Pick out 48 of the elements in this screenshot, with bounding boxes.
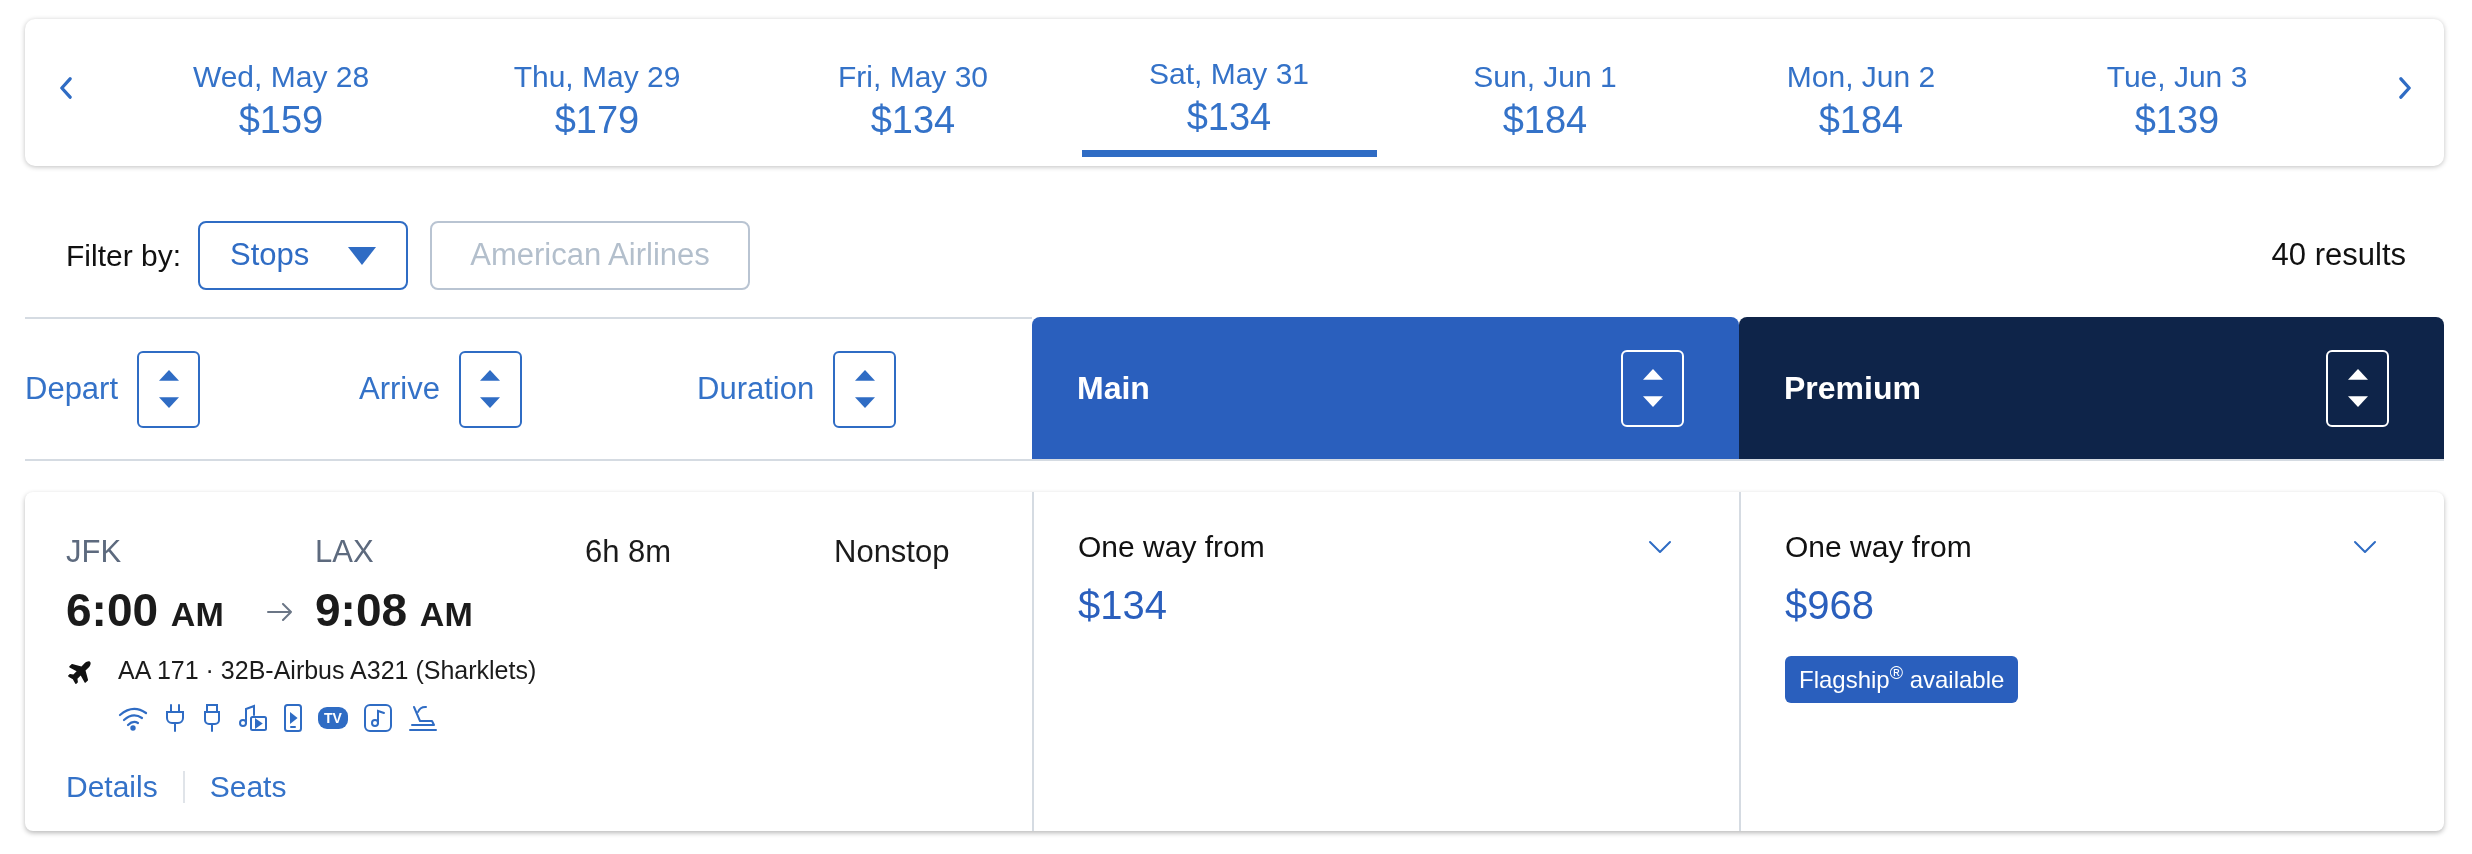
arrow-right-icon [267, 603, 293, 621]
sort-arrows-icon [479, 369, 502, 409]
filter-label: Filter by: [66, 238, 182, 274]
usb-plug-icon [202, 704, 222, 732]
chevron-down-icon[interactable] [1648, 540, 1672, 554]
date-tab[interactable]: Tue, Jun 3 $139 [2029, 60, 2325, 157]
date-tab[interactable]: Fri, May 30 $134 [765, 60, 1061, 157]
date-tab[interactable]: Thu, May 29 $179 [449, 60, 745, 157]
date-tab[interactable]: Sat, May 31 $134 [1081, 57, 1377, 157]
plug-icon [164, 704, 186, 732]
chevron-right-icon [2398, 77, 2412, 99]
sort-arrows-icon [157, 369, 180, 409]
chevron-down-icon[interactable] [2353, 540, 2377, 554]
origin-code: JFK [66, 533, 123, 570]
music-note-icon [363, 704, 392, 732]
fare-label: One way from [1785, 529, 1972, 565]
wifi-icon [118, 705, 148, 731]
flagship-badge: Flagship$^{®}$ available [1785, 656, 2019, 703]
caret-down-icon [348, 246, 377, 265]
date-tab[interactable]: Wed, May 28 $159 [133, 60, 429, 157]
flight-details: AA 171 · 32B-Airbus A321 (Sharklets) [118, 655, 537, 687]
results-count: 40 results [2271, 236, 2406, 275]
phone-play-icon [284, 704, 302, 732]
sort-label: Duration [697, 369, 815, 408]
departure-time: 6:00 AM [66, 584, 224, 638]
fare-label: One way from [1078, 529, 1265, 565]
filter-dropdown[interactable]: Stops [198, 221, 409, 290]
arrival-time: 9:08 AM [315, 584, 474, 638]
details-link[interactable]: Details [66, 769, 158, 805]
sort-arrows-icon [2346, 368, 2369, 408]
seat-icon [407, 704, 438, 732]
sort-label: Arrive [359, 369, 440, 408]
sort-label: Depart [25, 369, 119, 408]
date-tab[interactable]: Sun, Jun 1 $184 [1397, 60, 1693, 157]
stops-info: Nonstop [834, 533, 951, 570]
music-video-icon [238, 704, 268, 732]
flight-duration: 6h 8m [585, 533, 673, 570]
seats-link[interactable]: Seats [209, 769, 287, 805]
destination-code: LAX [315, 533, 375, 570]
chevron-left-icon [58, 77, 72, 99]
sort-arrows-icon [1641, 368, 1664, 408]
date-tab[interactable]: Mon, Jun 2 $184 [1713, 60, 2009, 157]
fare-price: $968 [1785, 582, 1875, 628]
sort-arrows-icon [853, 369, 876, 409]
cabin-label: Premium [1784, 369, 1921, 408]
fare-price: $134 [1078, 582, 1168, 628]
tv-badge: TV [318, 707, 348, 729]
cabin-label: Main [1077, 369, 1150, 408]
